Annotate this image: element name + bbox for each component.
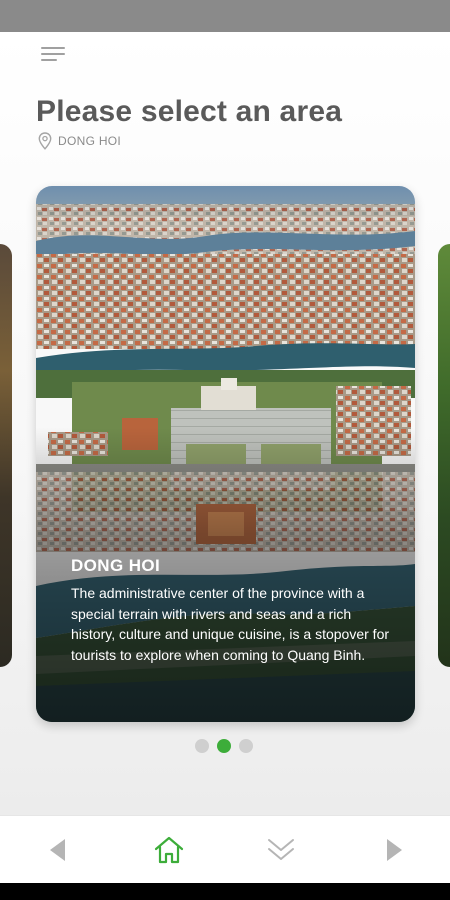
location-pin-icon	[38, 132, 52, 150]
pagination-dot[interactable]	[239, 739, 253, 753]
card-title: DONG HOI	[71, 556, 161, 575]
prev-arrow-icon	[50, 839, 65, 861]
home-button[interactable]	[152, 834, 186, 866]
carousel-pagination	[195, 739, 253, 753]
system-navigation-bar	[0, 883, 450, 900]
chevron-double-down-icon	[268, 839, 294, 860]
page-title: Please select an area	[36, 95, 343, 128]
home-icon	[154, 836, 184, 864]
previous-button[interactable]	[40, 834, 74, 866]
card-description: The administrative center of the provinc…	[71, 585, 390, 663]
current-location: DONG HOI	[38, 132, 121, 150]
area-select-screen: Please select an area DONG HOI DONG HOI …	[0, 32, 450, 815]
area-card-dong-hoi[interactable]: DONG HOI The administrative center of th…	[36, 186, 415, 722]
location-label: DONG HOI	[58, 134, 122, 148]
menu-icon[interactable]	[41, 47, 67, 67]
status-bar	[0, 0, 450, 32]
pagination-dot-active[interactable]	[217, 739, 231, 753]
next-arrow-icon	[387, 839, 402, 861]
pagination-dot[interactable]	[195, 739, 209, 753]
next-button[interactable]	[378, 834, 412, 866]
scroll-down-button[interactable]	[264, 834, 298, 866]
bottom-navigation	[0, 815, 450, 883]
carousel-card-previous[interactable]	[0, 244, 12, 667]
carousel-card-next[interactable]	[438, 244, 450, 667]
